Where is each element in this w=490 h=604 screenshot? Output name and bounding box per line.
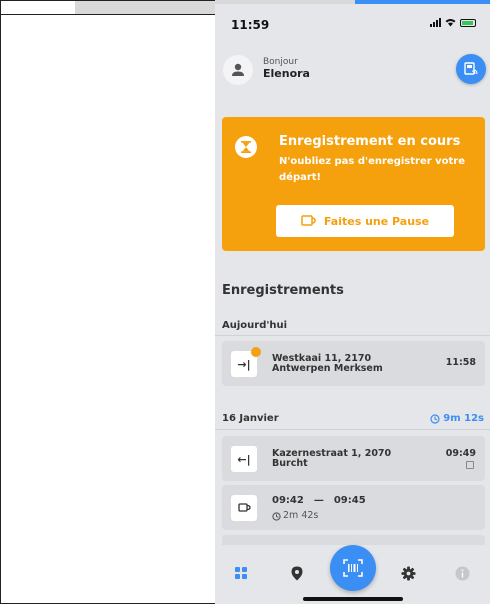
grid-icon xyxy=(235,567,247,579)
pause-start: 09:42 xyxy=(272,495,304,506)
blank-header-cell-1 xyxy=(1,1,76,14)
status-time: 11:59 xyxy=(231,18,270,32)
badge-scan-button[interactable] xyxy=(456,54,486,84)
pause-duration: 2m 42s xyxy=(272,511,318,521)
map-pin-icon xyxy=(291,566,303,580)
registration-entry[interactable]: →| Westkaai 11, 2170 Antwerpen Merksem 1… xyxy=(222,341,485,386)
day-label-jan16: 16 Janvier xyxy=(222,413,279,424)
status-card-message: N'oubliez pas d'enregistrer votre départ… xyxy=(279,156,466,183)
entry-address-line2: Antwerpen Merksem xyxy=(272,363,383,374)
greeting-header: Bonjour Elenora xyxy=(215,50,490,90)
hourglass-icon xyxy=(235,136,257,158)
status-card-title: Enregistrement en cours xyxy=(279,134,461,149)
user-icon xyxy=(232,63,244,76)
clock-icon xyxy=(272,511,281,521)
divider xyxy=(215,335,490,336)
pause-button-label: Faites une Pause xyxy=(323,214,430,228)
pause-time-range: 09:42 — 09:45 xyxy=(272,496,366,506)
entry-time: 09:49 xyxy=(445,448,476,459)
home-indicator xyxy=(303,597,403,601)
pause-cup-icon xyxy=(231,495,257,521)
entry-address-line2: Burcht xyxy=(272,458,308,469)
battery-icon xyxy=(460,18,476,27)
nav-dashboard[interactable] xyxy=(231,563,251,583)
active-indicator-dot xyxy=(251,347,261,357)
pause-duration-text: 2m 42s xyxy=(283,510,319,521)
registration-entry[interactable]: ←| Kazernestraat 1, 2070 Burcht 09:49 xyxy=(222,436,485,481)
barcode-scan-icon xyxy=(343,559,363,577)
wifi-icon xyxy=(445,19,456,27)
phone-screen: 11:59 Bonjour Elenora Enregistrement en … xyxy=(215,4,490,604)
day-total-duration-text: 9m 12s xyxy=(443,413,484,424)
blank-panel-header xyxy=(1,1,216,15)
status-bar: 11:59 xyxy=(215,4,490,44)
id-card-icon xyxy=(464,62,478,75)
signal-icon xyxy=(430,18,441,27)
check-out-icon: ←| xyxy=(231,446,257,472)
pause-button[interactable]: Faites une Pause xyxy=(276,205,454,237)
bottom-navigation xyxy=(215,545,490,604)
greeting-text: Bonjour xyxy=(263,57,298,67)
pause-entry[interactable]: 09:42 — 09:45 2m 42s xyxy=(222,485,485,530)
avatar[interactable] xyxy=(223,55,253,85)
clock-icon xyxy=(430,413,440,424)
cup-icon xyxy=(301,215,316,226)
user-name: Elenora xyxy=(263,67,310,80)
pause-end: 09:45 xyxy=(333,495,366,506)
nav-locations[interactable] xyxy=(287,563,307,583)
pause-separator: — xyxy=(313,495,324,506)
registrations-title: Enregistrements xyxy=(222,283,344,298)
nav-settings[interactable] xyxy=(398,563,418,583)
badge-icon xyxy=(466,461,474,469)
gear-icon xyxy=(400,565,416,581)
day-total-duration: 9m 12s xyxy=(430,413,484,424)
status-icons xyxy=(430,18,476,27)
info-icon xyxy=(455,566,469,580)
scan-button[interactable] xyxy=(330,545,376,591)
entry-time: 11:58 xyxy=(445,357,476,368)
divider xyxy=(215,429,490,430)
status-card: Enregistrement en cours N'oubliez pas d'… xyxy=(222,117,485,251)
nav-info[interactable] xyxy=(452,563,472,583)
blank-panel xyxy=(0,0,216,604)
blank-header-cell-2 xyxy=(75,1,216,14)
day-label-today: Aujourd'hui xyxy=(222,320,288,331)
